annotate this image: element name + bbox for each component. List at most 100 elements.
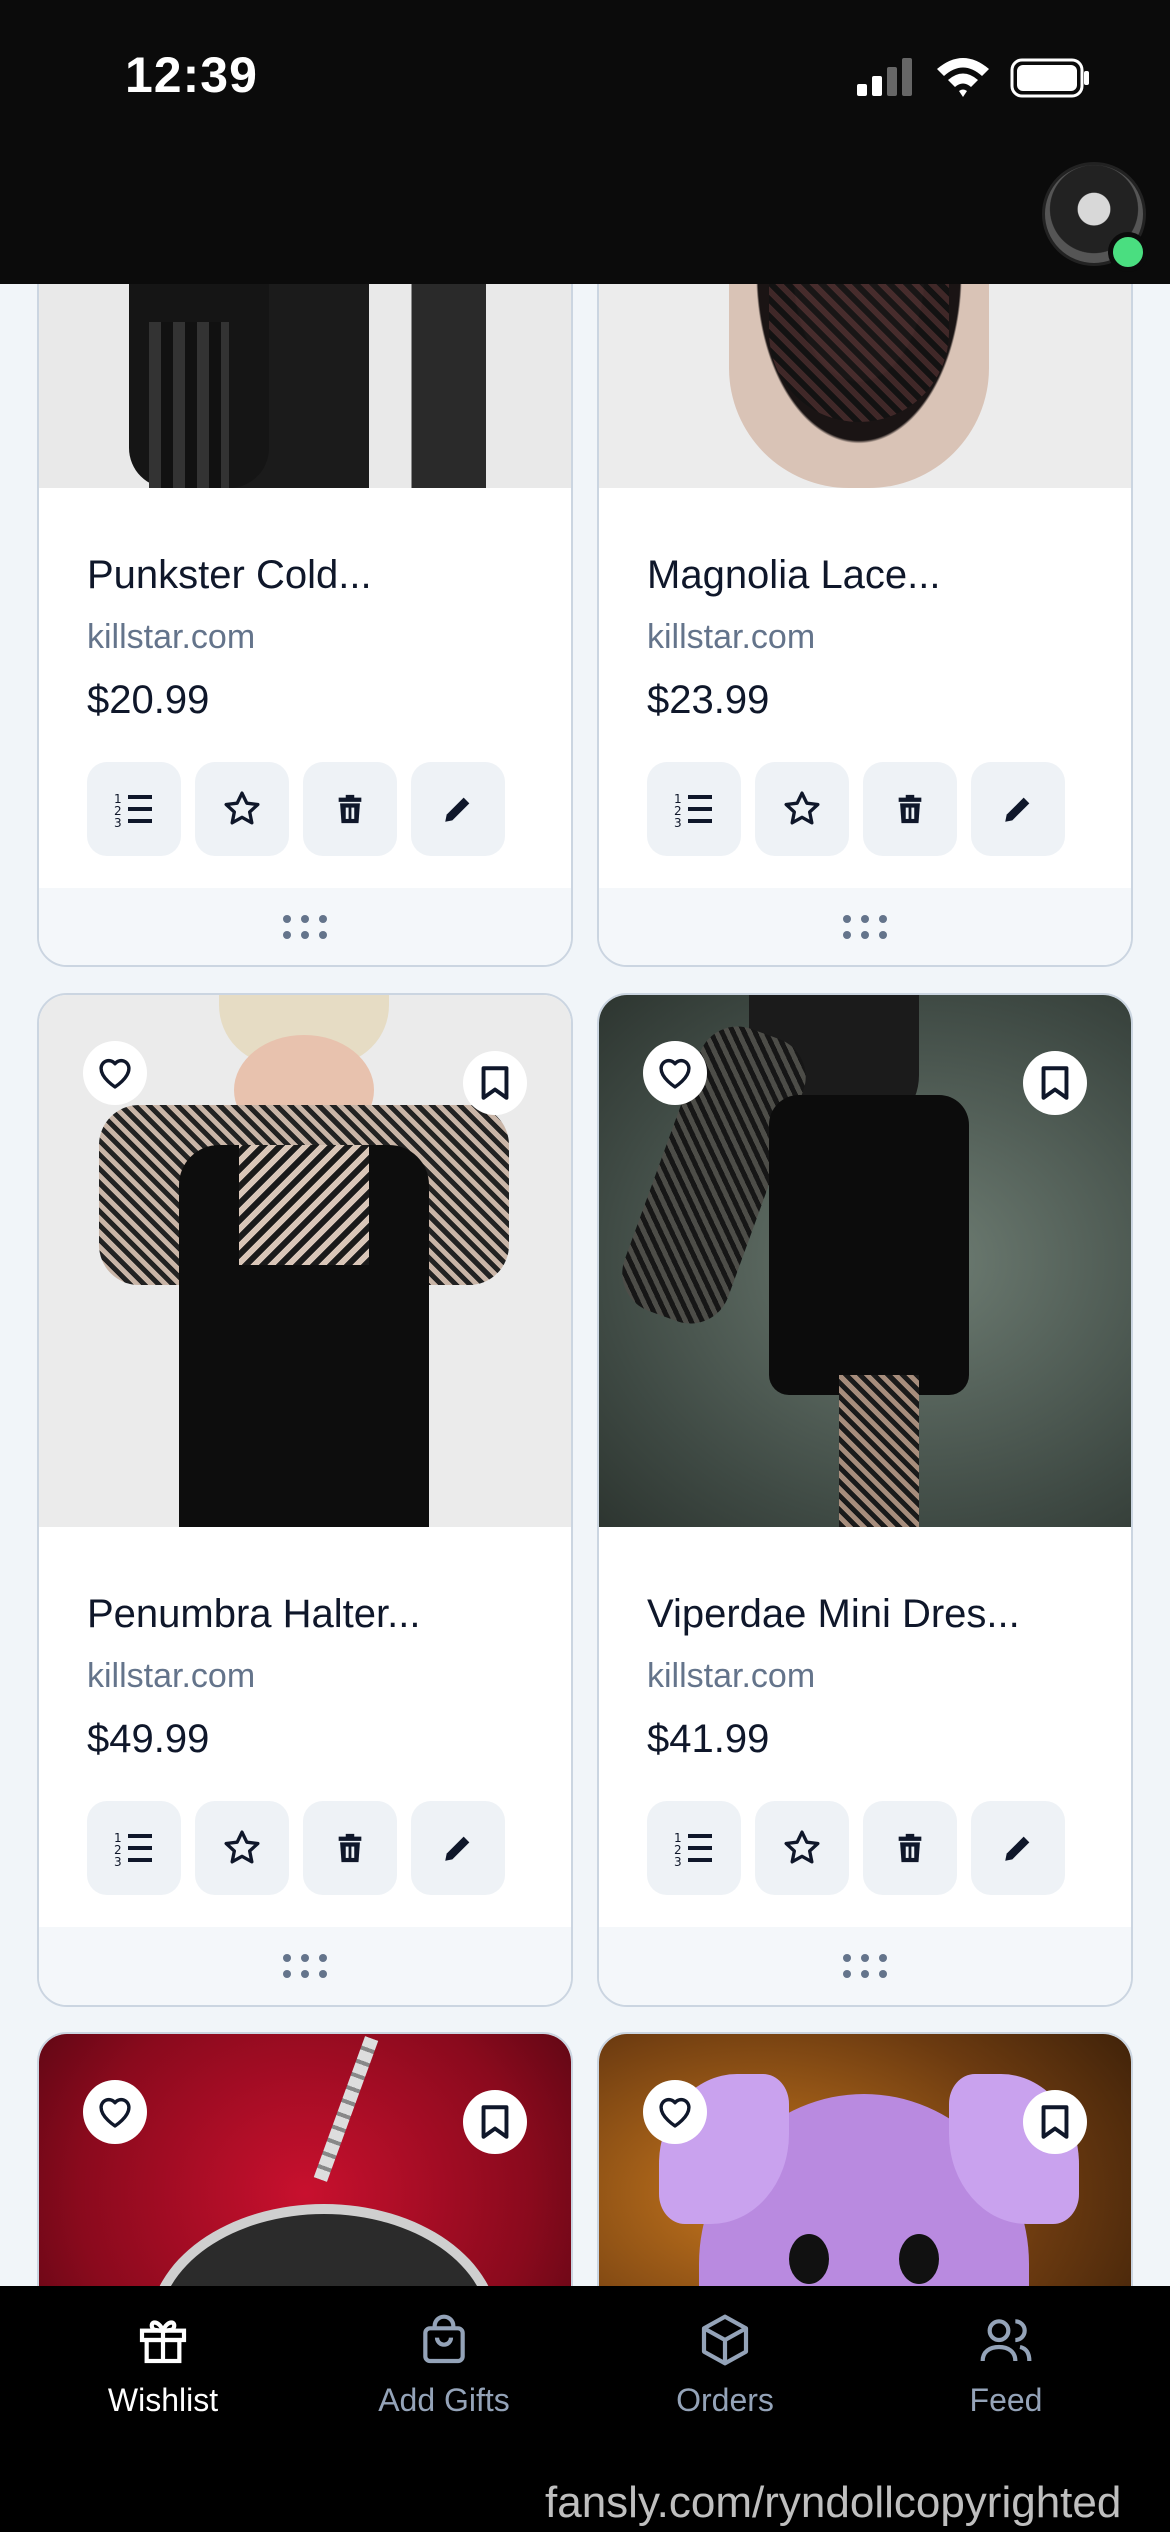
numbered-list-icon: 123 xyxy=(674,792,712,829)
heart-icon xyxy=(99,1058,131,1089)
svg-text:3: 3 xyxy=(114,816,122,829)
product-card[interactable]: Viperdae Mini Dres... killstar.com $41.9… xyxy=(597,993,1133,2007)
trash-icon xyxy=(898,794,922,824)
drag-handle[interactable] xyxy=(39,888,571,965)
shopping-bag-icon xyxy=(423,2314,465,2364)
drag-dots-icon xyxy=(843,1954,887,1978)
product-title[interactable]: Viperdae Mini Dres... xyxy=(647,1592,1020,1637)
product-actions: 123 xyxy=(647,1801,1065,1895)
bookmark-icon xyxy=(481,1066,509,1100)
product-price: $41.99 xyxy=(647,1717,770,1761)
product-source[interactable]: killstar.com xyxy=(647,618,815,657)
like-button[interactable] xyxy=(83,1041,147,1105)
tab-label: Feed xyxy=(969,2382,1043,2418)
bookmark-button[interactable] xyxy=(1023,2090,1087,2154)
list-button[interactable]: 123 xyxy=(647,1801,741,1895)
svg-text:3: 3 xyxy=(674,1855,682,1868)
product-card[interactable]: Punkster Cold... killstar.com $20.99 123 xyxy=(37,180,573,967)
list-button[interactable]: 123 xyxy=(87,762,181,856)
product-info: Magnolia Lace... killstar.com $23.99 123 xyxy=(599,488,1131,888)
drag-dots-icon xyxy=(283,1954,327,1978)
tab-label: Orders xyxy=(676,2382,774,2418)
product-source[interactable]: killstar.com xyxy=(87,618,255,657)
drag-dots-icon xyxy=(843,915,887,939)
edit-button[interactable] xyxy=(971,762,1065,856)
bookmark-button[interactable] xyxy=(463,1051,527,1115)
tab-feed[interactable]: Feed xyxy=(860,2286,1152,2446)
heart-icon xyxy=(659,1058,691,1089)
bookmark-icon xyxy=(481,2105,509,2139)
star-icon xyxy=(224,791,260,825)
delete-button[interactable] xyxy=(863,1801,957,1895)
like-button[interactable] xyxy=(643,2080,707,2144)
cellular-signal-icon xyxy=(857,58,912,96)
tab-wishlist[interactable]: Wishlist xyxy=(17,2286,309,2446)
package-icon xyxy=(701,2314,749,2366)
battery-icon xyxy=(1010,58,1089,98)
pencil-icon xyxy=(1005,1836,1030,1861)
star-icon xyxy=(224,1830,260,1864)
star-icon xyxy=(784,1830,820,1864)
numbered-list-icon: 123 xyxy=(114,792,152,829)
product-info: Punkster Cold... killstar.com $20.99 123 xyxy=(39,488,571,888)
bookmark-icon xyxy=(1041,1066,1069,1100)
product-card[interactable]: Magnolia Lace... killstar.com $23.99 123 xyxy=(597,180,1133,967)
delete-button[interactable] xyxy=(303,762,397,856)
trash-icon xyxy=(338,794,362,824)
drag-handle[interactable] xyxy=(599,1927,1131,2005)
watermark: fansly.com/ryndollcopyrighted xyxy=(545,2478,1122,2527)
favorite-button[interactable] xyxy=(195,762,289,856)
edit-button[interactable] xyxy=(411,1801,505,1895)
pencil-icon xyxy=(445,797,470,822)
online-status-indicator xyxy=(1108,232,1148,272)
favorite-button[interactable] xyxy=(755,1801,849,1895)
like-button[interactable] xyxy=(643,1041,707,1105)
wifi-icon xyxy=(937,58,989,97)
status-bar: 12:39 xyxy=(0,0,1170,284)
list-button[interactable]: 123 xyxy=(647,762,741,856)
star-icon xyxy=(784,791,820,825)
product-price: $23.99 xyxy=(647,678,770,722)
heart-icon xyxy=(99,2097,131,2128)
pencil-icon xyxy=(1005,797,1030,822)
users-icon xyxy=(980,2319,1032,2362)
edit-button[interactable] xyxy=(411,762,505,856)
list-button[interactable]: 123 xyxy=(87,1801,181,1895)
product-title[interactable]: Penumbra Halter... xyxy=(87,1592,421,1637)
edit-button[interactable] xyxy=(971,1801,1065,1895)
product-price: $20.99 xyxy=(87,678,210,722)
like-button[interactable] xyxy=(83,2080,147,2144)
pencil-icon xyxy=(445,1836,470,1861)
bottom-tab-bar: Wishlist Add Gifts Orders Feed fansly.co… xyxy=(0,2286,1170,2532)
tab-label: Add Gifts xyxy=(378,2382,510,2418)
tab-orders[interactable]: Orders xyxy=(579,2286,871,2446)
bookmark-button[interactable] xyxy=(1023,1051,1087,1115)
drag-dots-icon xyxy=(283,915,327,939)
delete-button[interactable] xyxy=(303,1801,397,1895)
heart-icon xyxy=(659,2097,691,2128)
status-time: 12:39 xyxy=(125,47,258,103)
svg-text:3: 3 xyxy=(114,1855,122,1868)
favorite-button[interactable] xyxy=(755,762,849,856)
tab-label: Wishlist xyxy=(107,2382,219,2418)
product-source[interactable]: killstar.com xyxy=(647,1657,815,1696)
numbered-list-icon: 123 xyxy=(674,1831,712,1868)
delete-button[interactable] xyxy=(863,762,957,856)
product-title[interactable]: Magnolia Lace... xyxy=(647,553,941,598)
product-title[interactable]: Punkster Cold... xyxy=(87,553,372,598)
bookmark-button[interactable] xyxy=(463,2090,527,2154)
product-actions: 123 xyxy=(647,762,1065,856)
tab-add-gifts[interactable]: Add Gifts xyxy=(298,2286,590,2446)
product-card[interactable]: Penumbra Halter... killstar.com $49.99 1… xyxy=(37,993,573,2007)
drag-handle[interactable] xyxy=(39,1927,571,2005)
numbered-list-icon: 123 xyxy=(114,1831,152,1868)
trash-icon xyxy=(898,1833,922,1863)
gift-icon xyxy=(139,2320,187,2364)
trash-icon xyxy=(338,1833,362,1863)
product-info: Viperdae Mini Dres... killstar.com $41.9… xyxy=(599,1527,1131,1927)
favorite-button[interactable] xyxy=(195,1801,289,1895)
drag-handle[interactable] xyxy=(599,888,1131,965)
product-actions: 123 xyxy=(87,1801,505,1895)
product-info: Penumbra Halter... killstar.com $49.99 1… xyxy=(39,1527,571,1927)
product-source[interactable]: killstar.com xyxy=(87,1657,255,1696)
